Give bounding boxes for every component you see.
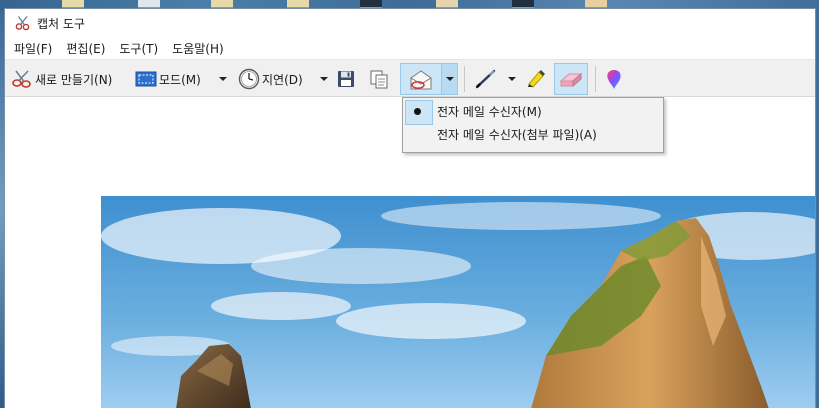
chevron-down-icon <box>219 77 227 81</box>
snipping-tool-window: 캡처 도구 파일(F) 편집(E) 도구(T) 도움말(H) 새로 만들기(N) <box>4 8 816 408</box>
desktop-app-icon <box>512 0 534 8</box>
mode-button[interactable]: 모드(M) <box>133 64 201 94</box>
email-dropdown-arrow[interactable] <box>442 63 458 95</box>
email-icon <box>408 69 434 91</box>
menu-item-label: 전자 메일 수신자(M) <box>437 105 542 119</box>
new-snip-label: 새로 만들기(N) <box>35 72 113 87</box>
scissors-icon <box>9 69 35 89</box>
delay-label: 지연(D) <box>262 72 303 87</box>
menu-bar: 파일(F) 편집(E) 도구(T) 도움말(H) <box>5 37 815 59</box>
pen-button[interactable] <box>471 64 501 94</box>
highlighter-icon <box>525 68 547 90</box>
desktop-file-icon <box>436 0 458 8</box>
menu-edit[interactable]: 편집(E) <box>65 38 106 59</box>
email-options-menu: 전자 메일 수신자(M) 전자 메일 수신자(첨부 파일)(A) <box>402 97 664 153</box>
menu-item-email-recipient[interactable]: 전자 메일 수신자(M) <box>403 100 663 125</box>
menu-item-label: 전자 메일 수신자(첨부 파일)(A) <box>437 128 597 142</box>
desktop-folder-icon <box>585 0 607 8</box>
edit-with-paint3d-button[interactable] <box>601 64 627 94</box>
desktop-folder-icon <box>62 0 84 8</box>
desktop-folder-icon <box>287 0 309 8</box>
toolbar-separator <box>464 66 465 92</box>
clock-icon <box>236 68 262 90</box>
send-email-button[interactable] <box>400 63 442 95</box>
paint3d-icon <box>604 68 624 90</box>
chevron-down-icon <box>508 77 516 81</box>
copy-icon <box>369 69 389 89</box>
selected-bullet-icon <box>414 108 421 115</box>
pen-icon <box>474 68 498 90</box>
menu-item-email-attachment[interactable]: 전자 메일 수신자(첨부 파일)(A) <box>403 123 663 146</box>
scissors-icon <box>14 14 32 32</box>
captured-image <box>101 196 815 408</box>
new-snip-button[interactable]: 새로 만들기(N) <box>9 64 112 94</box>
title-bar: 캡처 도구 <box>5 9 815 37</box>
menu-tools[interactable]: 도구(T) <box>118 38 159 59</box>
rectangle-snip-icon <box>133 70 159 88</box>
pen-dropdown-arrow[interactable] <box>506 64 518 94</box>
mode-label: 모드(M) <box>159 72 201 87</box>
desktop-file-icon <box>138 0 160 8</box>
desktop-folder-icon <box>211 0 233 8</box>
chevron-down-icon <box>320 77 328 81</box>
toolbar-separator <box>595 66 596 92</box>
save-icon <box>337 70 355 88</box>
eraser-button[interactable] <box>554 63 588 95</box>
menu-help[interactable]: 도움말(H) <box>171 38 225 59</box>
eraser-icon <box>559 69 583 89</box>
delay-button[interactable]: 지연(D) <box>236 64 303 94</box>
delay-dropdown-arrow[interactable] <box>318 64 330 94</box>
chevron-down-icon <box>445 77 454 81</box>
desktop-app-icon <box>360 0 382 8</box>
highlighter-button[interactable] <box>523 64 549 94</box>
save-button[interactable] <box>334 64 358 94</box>
copy-button[interactable] <box>367 64 391 94</box>
toolbar: 새로 만들기(N) 모드(M) 지연(D) <box>5 59 815 97</box>
window-title: 캡처 도구 <box>37 16 85 31</box>
mode-dropdown-arrow[interactable] <box>217 64 229 94</box>
menu-file[interactable]: 파일(F) <box>13 38 53 59</box>
